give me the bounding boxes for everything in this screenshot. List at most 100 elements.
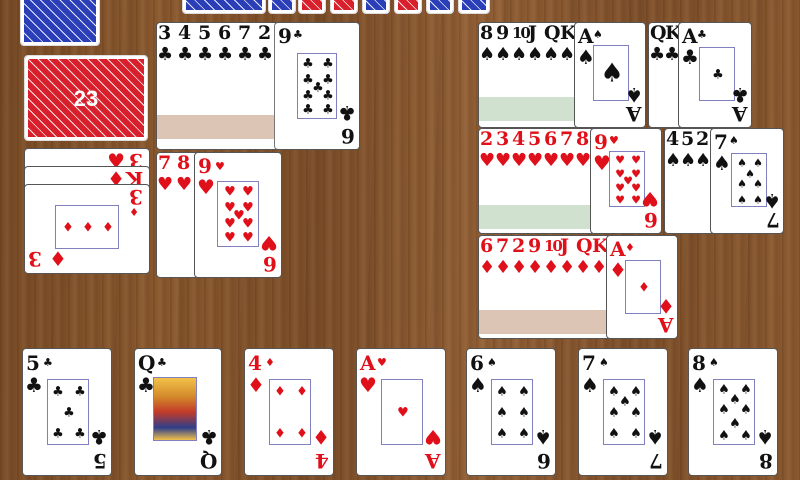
strip-rank: 3 <box>158 22 171 44</box>
strip-rank: 6 <box>544 128 557 150</box>
diamond-icon: ♦ <box>511 257 528 278</box>
heart-icon: ♥ <box>377 356 387 369</box>
club-icon: ♣ <box>237 44 254 65</box>
deck-back-top-left[interactable] <box>20 0 100 46</box>
pip-area: ♠ ♠ ♠ ♠ ♠ ♠ ♠ <box>603 379 645 445</box>
spade-icon: ♠ <box>527 44 544 65</box>
card-rank: 9 <box>198 154 212 178</box>
spade-icon: ♠ <box>646 425 664 449</box>
spade-icon: ♠ <box>729 134 739 147</box>
card-rank: A <box>360 351 376 375</box>
spade-icon: ♠ <box>495 44 512 65</box>
card-back <box>298 0 326 14</box>
spade-icon: ♠ <box>559 44 576 65</box>
pile-hearts-left[interactable]: 7 ♥ 8 ♥ 9 ♥ ♥ ♥ ♥ ♥ ♥ ♥ ♥ ♥ ♥ ♥ ♥ 6 <box>156 152 282 278</box>
card-rank-bottom: 6 <box>645 208 658 232</box>
top-card[interactable]: 7 ♠ ♠ ♠ ♠ ♠ ♠ ♠ ♠ ♠ ♠ 7 <box>710 128 784 234</box>
heart-icon: ♥ <box>359 373 377 397</box>
heart-icon: ♥ <box>495 150 512 171</box>
club-icon: ♣ <box>649 44 666 65</box>
stock-count: 23 <box>73 86 99 111</box>
strip-rank: J <box>560 235 569 257</box>
spade-icon: ♠ <box>691 373 709 397</box>
club-icon: ♣ <box>157 356 167 369</box>
top-card[interactable]: A ♦ ♦ ♦ ♦ A <box>606 235 678 339</box>
card-rank: 8 <box>692 351 706 375</box>
stock-pile[interactable]: 23 <box>24 55 148 141</box>
pile-hearts-seq[interactable]: 2 ♥ 3 ♥ 4 ♥ 5 ♥ 6 ♥ 7 ♥ 8 ♥ 9 ♥ ♥ ♥ ♥ ♥ ♥ ♥ ♥ ♥ ♥ ♥ ♥ 6 <box>478 128 662 234</box>
club-icon: ♣ <box>200 425 218 449</box>
hand-card-a-hearts[interactable]: A ♥ ♥ ♥ ♥ A <box>356 348 446 476</box>
club-icon: ♣ <box>177 44 194 65</box>
strip-rank: 2 <box>480 128 493 150</box>
card-back <box>458 0 490 14</box>
card-rank-bottom: 6 <box>342 124 355 148</box>
card-rank-bottom: A <box>426 449 441 473</box>
pile-clubs-top[interactable]: 3 ♣ 4 ♣ 5 ♣ 6 ♣ 7 ♣ 2 ♣ 9 ♣ ♣ ♣ ♣ ♣ ♣ ♣ ♣ ♣ ♣ ♣ 6 <box>156 22 360 150</box>
top-card[interactable]: A ♠ ♠ ♠ ♠ A <box>574 22 646 128</box>
strip-rank: 8 <box>480 22 493 44</box>
pip-area: ♥ ♥ ♥ ♥ ♥ ♥ ♥ ♥ ♥ <box>609 151 645 207</box>
strip-rank: 7 <box>238 22 251 44</box>
heart-icon: ♥ <box>479 150 496 171</box>
club-icon: ♣ <box>697 28 707 41</box>
diamond-icon: ♦ <box>559 257 576 278</box>
pile-diamonds-left[interactable]: 3 ♥ K ♦ 3 ♦ ♦ ♦ ♦ 3 ♦ <box>24 148 150 274</box>
heart-icon: ♥ <box>543 150 560 171</box>
strip-rank: 2 <box>258 22 271 44</box>
top-strip-backs <box>182 0 492 14</box>
pile-diamonds-seq[interactable]: 6 ♦ 7 ♦ 2 ♦ 9 ♦ 10 ♦ J ♦ Q ♦ K ♦ A ♦ ♦ ♦ ♦ A <box>478 235 678 339</box>
card-back <box>182 0 266 14</box>
spade-icon: ♠ <box>665 150 682 171</box>
club-icon: ♣ <box>293 28 303 41</box>
pip-area: ♠ <box>593 45 629 101</box>
diamond-icon: ♦ <box>312 425 330 449</box>
strip-rank: 9 <box>528 235 541 257</box>
pile-clubs-small[interactable]: Q ♣ K ♣ A ♣ ♣ ♣ ♣ A <box>648 22 752 128</box>
hand-card-4-diamonds[interactable]: 4 ♦ ♦ ♦ ♦ ♦ ♦ ♦ 4 <box>244 348 334 476</box>
strip-rank: 5 <box>198 22 211 44</box>
top-card[interactable]: 9 ♣ ♣ ♣ ♣ ♣ ♣ ♣ ♣ ♣ ♣ ♣ 6 <box>274 22 360 150</box>
top-card[interactable]: A ♣ ♣ ♣ ♣ A <box>678 22 752 128</box>
hand-card-8-spades[interactable]: 8 ♠ ♠ ♠ ♠ ♠ ♠ ♠ ♠ ♠ ♠ ♠ 8 <box>688 348 778 476</box>
card-rank-bottom: 7 <box>650 449 663 473</box>
hand-card-5-clubs[interactable]: 5 ♣ ♣ ♣ ♣ ♣ ♣ ♣ ♣ 5 <box>22 348 112 476</box>
pile-spades-small[interactable]: 4 ♠ 5 ♠ 2 ♠ 7 ♠ ♠ ♠ ♠ ♠ ♠ ♠ ♠ ♠ ♠ 7 <box>664 128 784 234</box>
card-back <box>426 0 454 14</box>
top-card[interactable]: 3 ♦ ♦ ♦ ♦ 3 ♦ <box>24 184 150 274</box>
spade-icon: ♠ <box>511 44 528 65</box>
card-rank: A <box>578 24 594 48</box>
hand-card-6-spades[interactable]: 6 ♠ ♠ ♠ ♠ ♠ ♠ ♠ ♠ ♠ 6 <box>466 348 556 476</box>
top-card[interactable]: 9 ♥ ♥ ♥ ♥ ♥ ♥ ♥ ♥ ♥ ♥ ♥ ♥ 6 <box>194 152 282 278</box>
pip-area: ♠ ♠ ♠ ♠ ♠ ♠ ♠ ♠ <box>713 379 755 445</box>
strip-rank: 10 <box>544 237 563 255</box>
card-rank: A <box>682 24 698 48</box>
club-icon: ♣ <box>338 101 356 125</box>
pile-spades-seq[interactable]: 8 ♠ 9 ♠ 10 ♠ J ♠ Q ♠ K ♠ A ♠ ♠ ♠ ♠ A <box>478 22 646 128</box>
diamond-icon: ♦ <box>543 257 560 278</box>
diamond-icon: ♦ <box>49 247 67 271</box>
queen-face-icon <box>153 377 197 441</box>
strip-rank: 7 <box>560 128 573 150</box>
spade-icon: ♠ <box>713 151 731 175</box>
spade-icon: ♠ <box>709 356 719 369</box>
card-rank: 3 <box>130 185 143 209</box>
heart-icon: ♥ <box>260 231 278 255</box>
strip-rank: 7 <box>158 152 171 174</box>
spade-icon: ♠ <box>756 425 774 449</box>
card-rank-bottom: A <box>733 102 748 126</box>
strip-rank: J <box>528 22 537 44</box>
hand-card-q-clubs[interactable]: Q ♣ ♣ ♣ Q <box>134 348 222 476</box>
heart-icon: ♥ <box>559 150 576 171</box>
heart-icon: ♥ <box>176 174 193 195</box>
strip-rank: 5 <box>681 128 694 150</box>
pip-area: ♥ <box>381 379 423 445</box>
pip-area: ♦ <box>625 260 661 314</box>
spade-icon: ♠ <box>695 150 712 171</box>
strip-rank: 5 <box>528 128 541 150</box>
card-rank: A <box>610 237 626 261</box>
top-card[interactable]: 9 ♥ ♥ ♥ ♥ ♥ ♥ ♥ ♥ ♥ ♥ ♥ ♥ 6 <box>590 128 662 234</box>
heart-icon: ♥ <box>641 187 659 211</box>
hand-card-7-spades[interactable]: 7 ♠ ♠ ♠ ♠ ♠ ♠ ♠ ♠ ♠ ♠ 7 <box>578 348 668 476</box>
card-rank-bottom: 6 <box>538 449 551 473</box>
